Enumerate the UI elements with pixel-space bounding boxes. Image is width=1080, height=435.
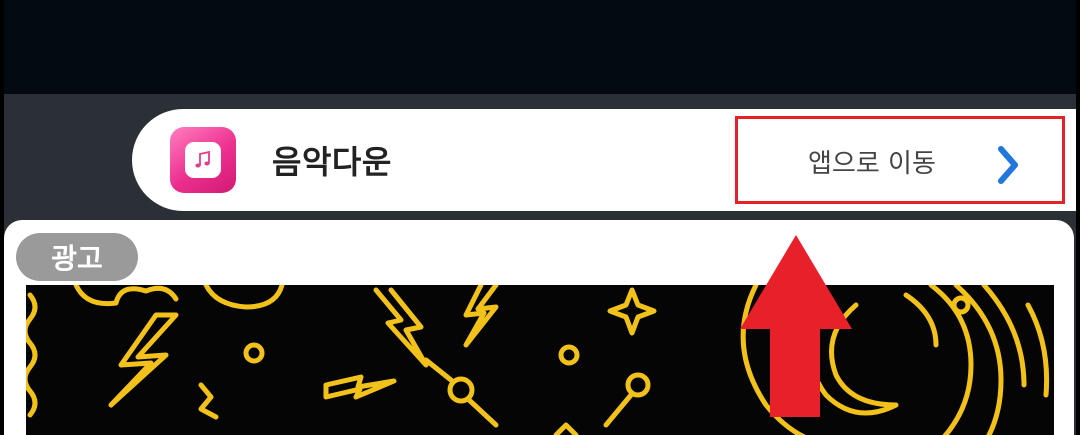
top-bar	[4, 0, 1076, 94]
chevron-right-icon	[998, 146, 1018, 184]
ad-badge: 광고	[16, 233, 138, 281]
ad-image[interactable]	[26, 285, 1054, 435]
red-up-arrow-annotation	[740, 235, 852, 417]
screen-frame: 음악다운 앱으로 이동 광고	[4, 0, 1076, 435]
go-to-app-button[interactable]: 앱으로 이동	[735, 116, 1065, 204]
go-to-app-label: 앱으로 이동	[808, 149, 936, 179]
neon-doodle-illustration	[26, 285, 1050, 435]
ad-card[interactable]: 광고	[4, 220, 1074, 435]
app-name: 음악다운	[272, 143, 392, 181]
app-icon[interactable]	[170, 127, 236, 193]
music-note-icon	[185, 142, 221, 178]
app-banner[interactable]: 음악다운 앱으로 이동	[132, 109, 1076, 211]
